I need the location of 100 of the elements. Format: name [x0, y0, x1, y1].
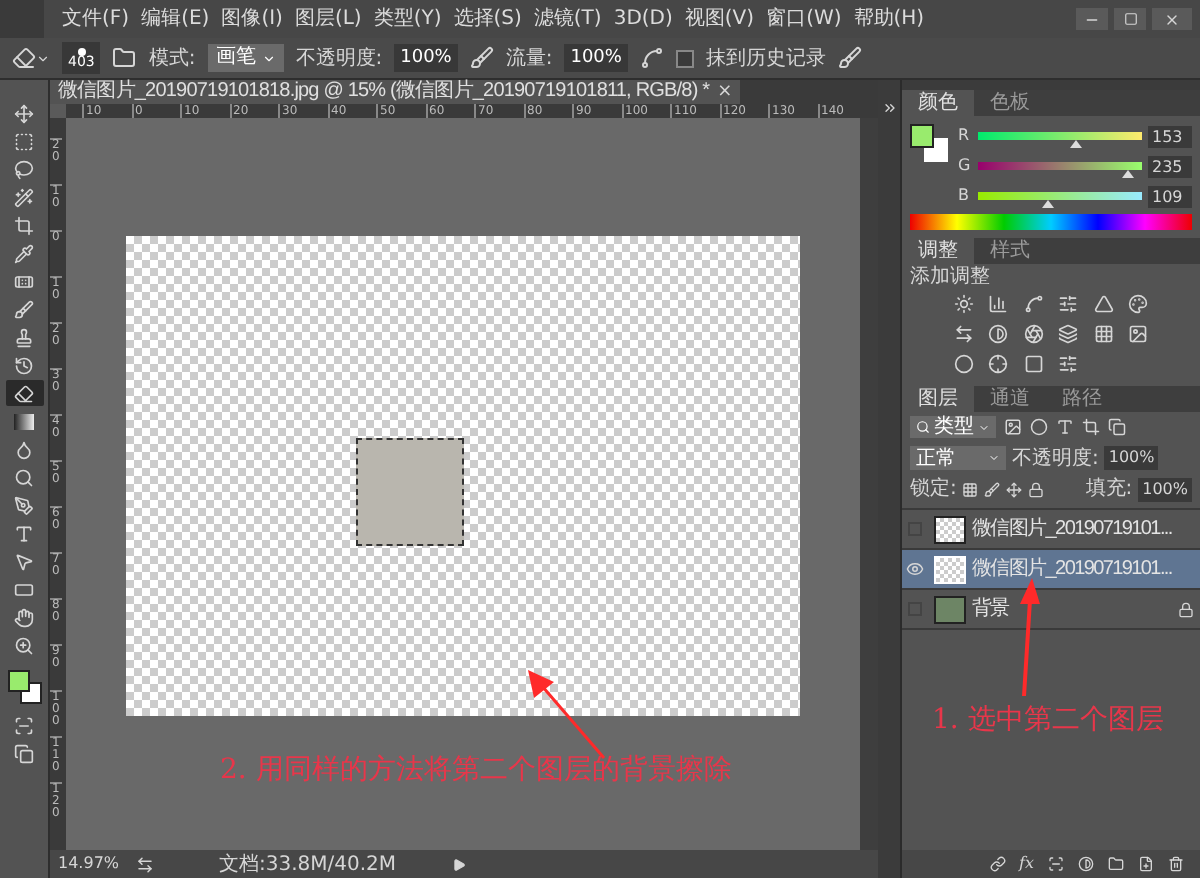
flow-field[interactable]: 100% — [564, 44, 628, 72]
tool-button[interactable] — [5, 380, 43, 406]
play-icon[interactable] — [452, 857, 467, 871]
move-icon[interactable] — [1006, 481, 1023, 497]
menu-item[interactable]: 3D(D) — [611, 0, 675, 38]
quick-mask-button[interactable] — [14, 716, 34, 736]
adjustment-button[interactable] — [1056, 292, 1081, 316]
color-spectrum[interactable] — [910, 214, 1192, 230]
color-swatches[interactable] — [5, 668, 43, 708]
blend-mode-dropdown[interactable]: 正常 — [910, 446, 1006, 470]
folder-icon[interactable] — [112, 46, 137, 70]
lock-label: 锁定: — [910, 475, 957, 504]
fill-label: 填充: — [1085, 475, 1133, 504]
mode-label: 模式: — [148, 45, 196, 73]
tool-preset-button[interactable] — [12, 46, 50, 70]
caret-icon — [978, 421, 990, 433]
adjustment-button[interactable] — [1056, 352, 1081, 376]
lock-icon[interactable] — [1028, 481, 1045, 497]
maximize-icon — [1123, 12, 1137, 26]
move-icon — [14, 103, 34, 123]
adjustment-button[interactable] — [1091, 292, 1116, 316]
panel-tab[interactable]: 图层 — [902, 386, 974, 412]
adjustment-button[interactable] — [951, 322, 976, 346]
channel-value[interactable]: 153 — [1148, 125, 1192, 147]
adjustment-button[interactable] — [1091, 322, 1116, 346]
share-icon[interactable] — [135, 855, 154, 873]
sliders-icon — [1058, 294, 1079, 314]
adjustment-button[interactable] — [986, 352, 1011, 376]
layers-icon — [1058, 324, 1079, 344]
pen-icon — [14, 495, 34, 515]
channel-value[interactable]: 235 — [1148, 155, 1192, 177]
channel-value[interactable]: 109 — [1148, 185, 1192, 207]
text-icon[interactable] — [1056, 418, 1074, 436]
channel-label: B — [958, 184, 971, 208]
copy-icon[interactable] — [1108, 418, 1126, 436]
minimize-button[interactable] — [1076, 8, 1108, 30]
folder-icon[interactable] — [1108, 856, 1124, 872]
brush-icon[interactable] — [984, 481, 1001, 497]
adjustment-button[interactable] — [951, 352, 976, 376]
slider-thumb[interactable] — [1122, 170, 1135, 178]
adjustment-button[interactable] — [1126, 292, 1151, 316]
mode-dropdown[interactable]: 画笔 — [207, 44, 284, 72]
document-tab[interactable]: 微信图片_20190719101818.jpg @ 15% (微信图片_20190719101811, RGB/8) * × — [50, 80, 741, 104]
image-icon — [1128, 324, 1149, 344]
adjustment-button[interactable] — [1021, 322, 1046, 346]
layer-row[interactable]: 微信图片_20190719101... — [902, 550, 1200, 590]
fill-field[interactable]: 100% — [1138, 477, 1192, 501]
image-icon[interactable] — [1004, 418, 1022, 436]
menu-item[interactable]: 滤镜(T) — [531, 0, 604, 38]
menu-item[interactable]: 文件(F) — [60, 0, 132, 38]
new-layer-icon[interactable] — [1138, 856, 1154, 872]
filter-dropdown[interactable]: 类型 — [910, 416, 996, 438]
maximize-button[interactable] — [1114, 8, 1146, 30]
adjustment-button[interactable] — [1126, 322, 1151, 346]
slider-thumb[interactable] — [1070, 140, 1083, 148]
opacity-field[interactable]: 100% — [394, 44, 458, 72]
caret-icon — [36, 51, 50, 65]
adjustment-button[interactable] — [986, 292, 1011, 316]
lock-pixels-icon[interactable] — [962, 481, 979, 497]
airbrush-icon[interactable] — [639, 46, 664, 70]
adjustment-button[interactable] — [1021, 352, 1046, 376]
color-swatches[interactable] — [910, 124, 950, 164]
adjustment-button[interactable] — [951, 292, 976, 316]
menu-item[interactable]: 类型(Y) — [371, 0, 444, 38]
menu-item[interactable]: 视图(V) — [682, 0, 757, 38]
checkbox[interactable] — [675, 49, 694, 67]
menu-item[interactable]: 窗口(W) — [764, 0, 844, 38]
crop-icon[interactable] — [1082, 418, 1100, 436]
adjustment-icon[interactable] — [1078, 856, 1094, 872]
layer-name: 微信图片_20190719101... — [972, 555, 1172, 584]
tab-close-button[interactable]: × — [717, 80, 733, 104]
layer-thumbnail — [934, 555, 966, 583]
eye-icon[interactable] — [906, 560, 924, 578]
opacity-field[interactable]: 100% — [1104, 446, 1159, 470]
pressure-icon[interactable] — [469, 46, 494, 70]
screen-mode-button[interactable] — [14, 744, 34, 764]
adjustment-button[interactable] — [1021, 292, 1046, 316]
panel-tab[interactable]: 调整 — [902, 238, 974, 264]
layer-thumbnail — [934, 515, 966, 543]
droplet-icon — [14, 439, 34, 459]
menu-item[interactable]: 选择(S) — [451, 0, 524, 38]
trash-icon[interactable] — [1168, 856, 1184, 872]
layer-thumbnail — [934, 595, 966, 623]
fx-button[interactable]: fx — [1019, 852, 1034, 876]
menu-item[interactable]: 帮助(H) — [851, 0, 927, 38]
adjustment-button[interactable] — [1056, 322, 1081, 346]
opacity-label: 不透明度: — [295, 45, 383, 73]
menu-item[interactable]: 图像(I) — [219, 0, 285, 38]
mask-icon[interactable] — [1048, 856, 1064, 872]
curve-icon — [1023, 294, 1044, 314]
circle-icon[interactable] — [1030, 418, 1048, 436]
menu-item[interactable]: 编辑(E) — [139, 0, 212, 38]
link-icon[interactable] — [989, 856, 1006, 872]
expand-icon[interactable] — [881, 100, 897, 116]
annotation-text: 2. 用同样的方法将第二个图层的背景擦除 — [220, 752, 732, 790]
pressure-icon[interactable] — [837, 46, 862, 70]
menu-item[interactable]: 图层(L) — [292, 0, 364, 38]
gradient-icon — [14, 413, 34, 429]
panel-tab[interactable]: 颜色 — [902, 90, 974, 116]
adjustment-button[interactable] — [986, 322, 1011, 346]
